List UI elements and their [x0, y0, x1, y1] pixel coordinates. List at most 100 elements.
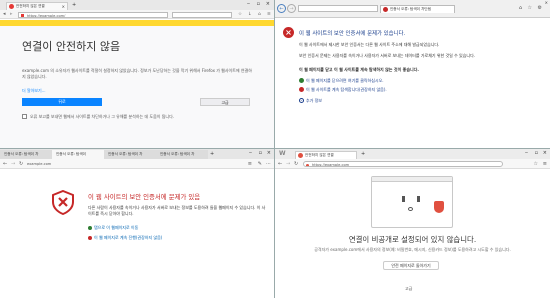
- page-title: 이 웹 사이트의 보안 인증서에 문제가 있음: [88, 193, 201, 201]
- paragraph-2: 보안 인증서 문제는 사용자를 속이거나 사용자가 서버로 보내는 데이터를 가…: [299, 53, 476, 58]
- edge-url-text: example.com: [27, 162, 52, 166]
- firefox-toolbar: ◂ ▸ https://example.com/ ☆ ↓ ⌂ ≡: [0, 10, 274, 19]
- window-close-icon[interactable]: ×: [267, 149, 271, 157]
- note-icon[interactable]: ✎: [258, 159, 262, 169]
- minimize-icon[interactable]: ‒: [247, 0, 250, 8]
- window-close-icon[interactable]: ×: [545, 0, 548, 5]
- bookmark-icon[interactable]: ☆: [534, 159, 538, 169]
- learn-more-link[interactable]: 더 알아보기...: [22, 88, 46, 94]
- ie-page: × 이 웹 사이트의 보안 인증서에 문제가 있습니다. 이 웹 사이트에서 제…: [275, 19, 550, 148]
- close-page-link[interactable]: 이 웹 페이지를 닫으려면 여기를 클릭하십시오.: [306, 78, 384, 84]
- back-to-safety-button[interactable]: 안전 페이지로 돌아가기: [383, 261, 439, 270]
- danger-icon: [88, 236, 92, 240]
- firefox-tab-title: 안전하지 않은 연결: [16, 4, 45, 8]
- close-page-link[interactable]: 탭으로 이 웹페이지로 이동: [94, 225, 138, 231]
- forward-icon[interactable]: →: [11, 159, 15, 169]
- edge-tabbar: 인증서 오류: 탐색이 차 인증서 오류: 탐색이 인증서 오류: 탐색이 차 …: [0, 149, 274, 159]
- whale-tab[interactable]: 안전하지 않은 연결: [295, 151, 357, 159]
- edge-window: 인증서 오류: 탐색이 차 인증서 오류: 탐색이 인증서 오류: 탐색이 차 …: [0, 149, 275, 298]
- page-title: 연결이 안전하지 않음: [22, 40, 121, 53]
- ie-tab[interactable]: 인증서 오류: 탐색이 차단됨: [380, 5, 455, 13]
- forward-icon[interactable]: →: [287, 4, 296, 13]
- firefox-tabbar: 안전하지 않은 연결 × + ‒ ▫ ×: [0, 0, 274, 10]
- forward-icon[interactable]: →: [286, 159, 290, 169]
- maximize-icon[interactable]: ▫: [257, 0, 260, 8]
- more-icon[interactable]: ⋯: [266, 159, 271, 169]
- whale-window: W 안전하지 않은 연결 + ‒ ▫ × ← → ↻ https://examp…: [275, 149, 550, 298]
- edge-tab-2[interactable]: 인증서 오류: 탐색이: [52, 150, 104, 159]
- whale-page: 연결이 비공개로 설정되어 있지 않습니다. 공격자가 example.com에…: [275, 170, 550, 298]
- close-icon[interactable]: ×: [62, 3, 65, 10]
- back-icon[interactable]: ←: [278, 159, 282, 169]
- more-info-link[interactable]: 추가 정보: [306, 98, 322, 104]
- insecure-icon: [306, 163, 309, 166]
- menu-icon[interactable]: ≡: [543, 159, 547, 169]
- whale-tab-title: 안전하지 않은 연결: [305, 153, 334, 157]
- ie-tab-title: 인증서 오류: 탐색이 차단됨: [390, 7, 432, 11]
- minimize-icon[interactable]: ‒: [249, 149, 252, 157]
- edge-tab-label: 인증서 오류: 탐색이 차: [4, 152, 39, 156]
- insecure-lock-icon: [21, 14, 24, 17]
- warning-icon: [298, 153, 303, 158]
- advanced-button[interactable]: 고급: [200, 98, 250, 106]
- favorites-icon[interactable]: ☆: [528, 5, 532, 11]
- download-icon[interactable]: ↓: [248, 10, 252, 19]
- edge-tab-1[interactable]: 인증서 오류: 탐색이 차: [0, 150, 52, 159]
- page-title: 이 웹 사이트의 보안 인증서에 문제가 있습니다.: [299, 31, 406, 37]
- red-shield-icon: [434, 201, 444, 213]
- warning-icon: [9, 4, 14, 9]
- home-icon[interactable]: ⌂: [519, 5, 522, 11]
- ok-icon: [299, 78, 304, 83]
- window-close-icon[interactable]: ×: [543, 149, 547, 157]
- settings-icon[interactable]: ⚙: [538, 5, 542, 11]
- edge-tab-3[interactable]: 인증서 오류: 탐색이 차: [104, 150, 156, 159]
- edge-tab-label: 인증서 오류: 탐색이: [56, 152, 86, 156]
- whale-logo-icon: W: [279, 150, 286, 157]
- minimize-icon[interactable]: ‒: [525, 149, 528, 157]
- new-tab-icon[interactable]: +: [210, 150, 214, 158]
- back-icon[interactable]: ←: [277, 4, 286, 13]
- firefox-url-text: https://example.com/: [27, 13, 66, 18]
- home-icon[interactable]: ⌂: [258, 10, 261, 19]
- ie-url-bar[interactable]: [298, 5, 378, 12]
- edge-page: 이 웹 사이트의 보안 인증서에 문제가 있음 다른 사람이 사용자를 속이거나…: [0, 170, 274, 298]
- whale-tabbar: W 안전하지 않은 연결 + ‒ ▫ ×: [275, 149, 550, 159]
- error-description: example.com 의 소유자가 웹사이트를 적절히 설정하지 않았습니다.…: [22, 68, 252, 79]
- advanced-link[interactable]: 고급: [405, 286, 412, 292]
- firefox-tab[interactable]: 안전하지 않은 연결 ×: [6, 2, 68, 10]
- refresh-icon[interactable]: ↻: [294, 159, 298, 169]
- hub-icon[interactable]: ≡: [248, 159, 252, 169]
- report-checkbox[interactable]: [22, 114, 27, 119]
- danger-icon: [299, 87, 304, 92]
- edge-url-bar[interactable]: example.com: [27, 161, 177, 167]
- error-icon: [383, 7, 388, 12]
- edge-toolbar: ← → ↻ example.com ≡ ✎ ⋯: [0, 159, 274, 169]
- whale-url-bar[interactable]: https://example.com: [303, 161, 503, 167]
- maximize-icon[interactable]: ▫: [259, 149, 262, 157]
- back-button[interactable]: 뒤로: [22, 98, 102, 106]
- menu-icon[interactable]: ≡: [267, 10, 271, 19]
- illustration-mouth: [408, 207, 413, 211]
- back-icon[interactable]: ←: [3, 159, 7, 169]
- error-shield-icon: ×: [283, 27, 294, 38]
- forward-icon[interactable]: ▸: [10, 10, 13, 19]
- bookmark-icon[interactable]: ☆: [238, 10, 242, 19]
- new-tab-icon[interactable]: +: [72, 1, 76, 9]
- refresh-icon[interactable]: ↻: [19, 159, 23, 169]
- expand-icon[interactable]: ⌄: [299, 98, 304, 103]
- continue-link[interactable]: 이 웹 사이트를 계속 탐색합니다(권장하지 않음).: [306, 87, 387, 93]
- firefox-page: 연결이 안전하지 않음 example.com 의 소유자가 웹사이트를 적절히…: [0, 26, 274, 148]
- firefox-url-bar[interactable]: https://example.com/: [18, 11, 168, 18]
- maximize-icon[interactable]: ▫: [535, 149, 538, 157]
- illustration-eye-left: [402, 196, 405, 202]
- illustration-titlebar: [372, 177, 452, 182]
- ok-icon: [88, 226, 92, 230]
- edge-tab-4[interactable]: 인증서 오류: 탐색이 차: [156, 150, 208, 159]
- back-icon[interactable]: ◂: [3, 10, 6, 19]
- continue-link[interactable]: 이 웹 페이지로 계속 진행(권장하지 않음): [94, 235, 162, 241]
- firefox-search-bar[interactable]: [172, 11, 232, 18]
- edge-tab-label: 인증서 오류: 탐색이 차: [160, 152, 195, 156]
- paragraph-1: 이 웹 사이트에서 제시한 보안 인증서는 다른 웹 사이트 주소에 대해 발급…: [299, 42, 440, 47]
- window-close-icon[interactable]: ×: [266, 0, 270, 8]
- new-tab-icon[interactable]: +: [361, 150, 365, 158]
